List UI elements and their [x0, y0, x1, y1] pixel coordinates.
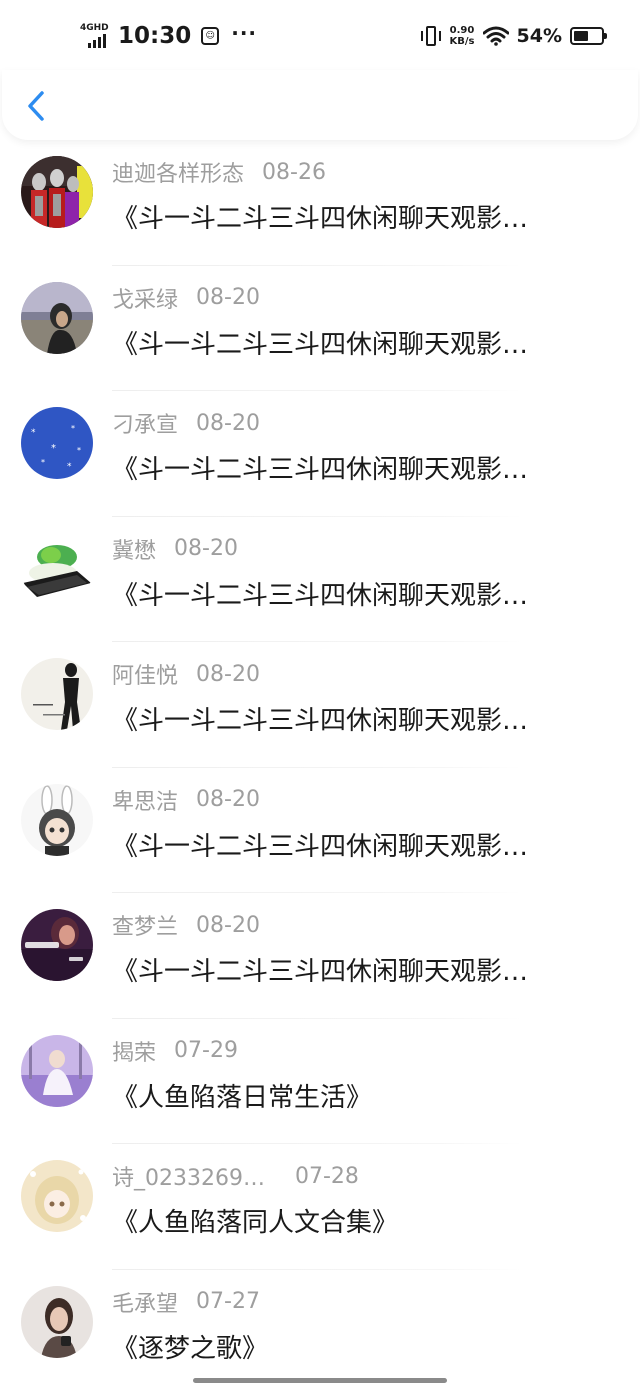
item-meta: 刁承宣 08-20 — [112, 408, 260, 438]
blue-snowflake-avatar[interactable]: * * * * * * — [21, 407, 93, 479]
jade-cabbage-avatar[interactable] — [21, 533, 93, 605]
post-date: 08-20 — [196, 662, 260, 687]
back-button[interactable] — [22, 88, 52, 124]
status-bar: 4GHD 10:30 ☺ ··· 0.90 KB/s 54% — [0, 0, 640, 70]
network-speed-value: 0.90 — [450, 25, 475, 36]
post-date: 08-20 — [196, 411, 260, 436]
network-speed-unit: KB/s — [450, 36, 475, 47]
vibrate-icon — [420, 25, 442, 47]
post-date: 08-20 — [196, 787, 260, 812]
photo-girl-avatar[interactable] — [21, 1286, 93, 1358]
list-item[interactable]: 诗_0233269… 07-28 《人鱼陷落同人文合集》 — [0, 1144, 640, 1270]
list-item[interactable]: 揭荣 07-29 《人鱼陷落日常生活》 — [0, 1019, 640, 1145]
post-list: 迪迦各样形态 08-26 《斗一斗二斗三斗四休闲聊天观影… 戈采绿 08-20 … — [0, 140, 640, 1395]
list-item[interactable]: 冀懋 08-20 《斗一斗二斗三斗四休闲聊天观影… — [0, 517, 640, 643]
ultraman-avatar[interactable] — [21, 156, 93, 228]
post-date: 08-20 — [174, 536, 238, 561]
notification-app-icon: ☺ — [201, 27, 219, 45]
post-date: 07-28 — [295, 1164, 359, 1189]
girl-by-water-avatar[interactable] — [21, 282, 93, 354]
author-name[interactable]: 揭荣 — [112, 1035, 156, 1067]
post-title[interactable]: 《斗一斗二斗三斗四休闲聊天观影… — [112, 826, 612, 863]
svg-text:*: * — [71, 424, 75, 433]
post-date: 07-29 — [174, 1038, 238, 1063]
svg-text:*: * — [31, 428, 36, 438]
list-item[interactable]: 卑思洁 08-20 《斗一斗二斗三斗四休闲聊天观影… — [0, 768, 640, 894]
post-title[interactable]: 《人鱼陷落同人文合集》 — [112, 1202, 612, 1239]
author-name[interactable]: 冀懋 — [112, 533, 156, 565]
wifi-icon — [483, 26, 509, 46]
silhouette-text-avatar[interactable] — [21, 658, 93, 730]
item-meta: 揭荣 07-29 — [112, 1036, 238, 1066]
clock: 10:30 — [118, 23, 191, 49]
item-meta: 戈采绿 08-20 — [112, 283, 260, 313]
list-item[interactable]: 阿佳悦 08-20 《斗一斗二斗三斗四休闲聊天观影… — [0, 642, 640, 768]
item-meta: 迪迦各样形态 08-26 — [112, 157, 326, 187]
item-meta: 阿佳悦 08-20 — [112, 659, 260, 689]
item-meta: 查梦兰 08-20 — [112, 910, 260, 940]
item-meta: 冀懋 08-20 — [112, 534, 238, 564]
bunny-girl-avatar[interactable] — [21, 784, 93, 856]
svg-text:*: * — [67, 462, 72, 472]
post-date: 08-20 — [196, 285, 260, 310]
anime-girl-avatar[interactable] — [21, 1160, 93, 1232]
lavender-girl-avatar[interactable] — [21, 1035, 93, 1107]
post-title[interactable]: 《斗一斗二斗三斗四休闲聊天观影… — [112, 575, 612, 612]
item-meta: 毛承望 07-27 — [112, 1287, 260, 1317]
post-title[interactable]: 《斗一斗二斗三斗四休闲聊天观影… — [112, 449, 612, 486]
list-item[interactable]: 毛承望 07-27 《逐梦之歌》 — [0, 1270, 640, 1395]
home-indicator[interactable] — [193, 1378, 447, 1383]
item-meta: 诗_0233269… 07-28 — [112, 1161, 359, 1191]
status-bar-left: 4GHD 10:30 ☺ ··· — [80, 20, 257, 52]
svg-text:*: * — [51, 443, 56, 454]
author-name[interactable]: 迪迦各样形态 — [112, 156, 244, 188]
battery-percent: 54% — [517, 25, 562, 47]
status-bar-right: 0.90 KB/s 54% — [420, 20, 604, 52]
more-notifications-icon: ··· — [231, 21, 257, 45]
network-type: 4GHD — [80, 23, 109, 33]
have-you-now-avatar[interactable] — [21, 909, 93, 981]
post-title[interactable]: 《逐梦之歌》 — [112, 1328, 612, 1365]
svg-text:*: * — [77, 446, 81, 455]
author-name[interactable]: 阿佳悦 — [112, 658, 178, 690]
author-name[interactable]: 刁承宣 — [112, 407, 178, 439]
post-date: 08-20 — [196, 913, 260, 938]
post-title[interactable]: 《人鱼陷落日常生活》 — [112, 1077, 612, 1114]
author-name[interactable]: 查梦兰 — [112, 909, 178, 941]
post-title[interactable]: 《斗一斗二斗三斗四休闲聊天观影… — [112, 198, 612, 235]
author-name[interactable]: 卑思洁 — [112, 784, 178, 816]
network-speed: 0.90 KB/s — [450, 25, 475, 47]
list-item[interactable]: 戈采绿 08-20 《斗一斗二斗三斗四休闲聊天观影… — [0, 266, 640, 392]
post-title[interactable]: 《斗一斗二斗三斗四休闲聊天观影… — [112, 700, 612, 737]
svg-text:*: * — [41, 458, 45, 467]
list-item[interactable]: 迪迦各样形态 08-26 《斗一斗二斗三斗四休闲聊天观影… — [0, 140, 640, 266]
cellular-signal-icon: 4GHD — [80, 23, 110, 49]
post-title[interactable]: 《斗一斗二斗三斗四休闲聊天观影… — [112, 324, 612, 361]
post-date: 08-26 — [262, 160, 326, 185]
list-item[interactable]: * * * * * * 刁承宣 08-20 《斗一斗二斗三斗四休闲聊天观影… — [0, 391, 640, 517]
header-bar — [2, 70, 638, 140]
author-name[interactable]: 毛承望 — [112, 1286, 178, 1318]
battery-icon — [570, 27, 604, 45]
list-item[interactable]: 查梦兰 08-20 《斗一斗二斗三斗四休闲聊天观影… — [0, 893, 640, 1019]
post-title[interactable]: 《斗一斗二斗三斗四休闲聊天观影… — [112, 951, 612, 988]
author-name[interactable]: 戈采绿 — [112, 282, 178, 314]
author-name[interactable]: 诗_0233269… — [112, 1160, 265, 1192]
post-date: 07-27 — [196, 1289, 260, 1314]
item-meta: 卑思洁 08-20 — [112, 785, 260, 815]
